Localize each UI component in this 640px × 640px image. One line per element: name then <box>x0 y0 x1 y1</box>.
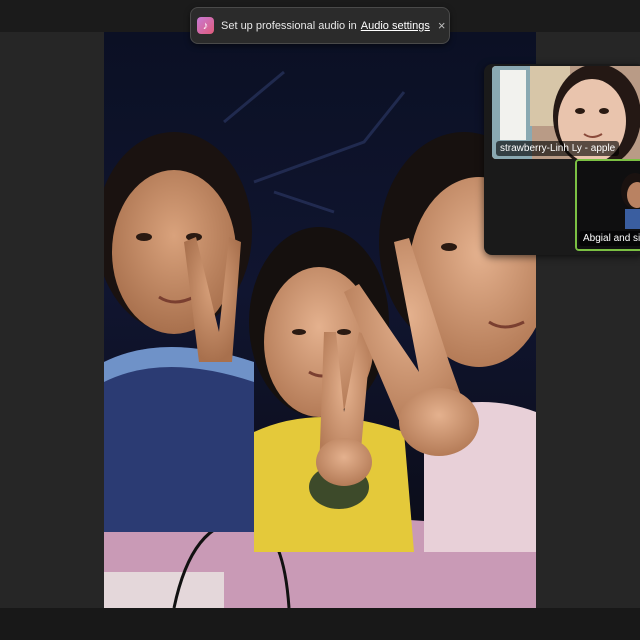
audio-settings-link[interactable]: Audio settings <box>361 20 430 32</box>
bottom-toolbar <box>0 608 640 640</box>
participant-tile-active-speaker[interactable]: Abgial and sis <box>575 159 640 251</box>
participant-name-label: Abgial and sis <box>579 231 640 246</box>
participant-tile[interactable]: strawberry-Linh Ly - apple <box>492 66 640 159</box>
meeting-window: ♪ Set up professional audio in Audio set… <box>0 0 640 640</box>
left-gutter <box>0 32 104 608</box>
toast-message: Set up professional audio in <box>221 19 357 32</box>
close-icon[interactable]: × <box>430 18 446 33</box>
music-note-icon: ♪ <box>197 17 214 34</box>
video-frame-illustration <box>104 32 536 608</box>
main-video-feed[interactable] <box>104 32 536 608</box>
audio-settings-toast: ♪ Set up professional audio in Audio set… <box>190 7 450 44</box>
participant-name-label: strawberry-Linh Ly - apple <box>496 141 620 156</box>
participant-gallery: strawberry-Linh Ly - apple Abgial and si… <box>484 64 640 255</box>
